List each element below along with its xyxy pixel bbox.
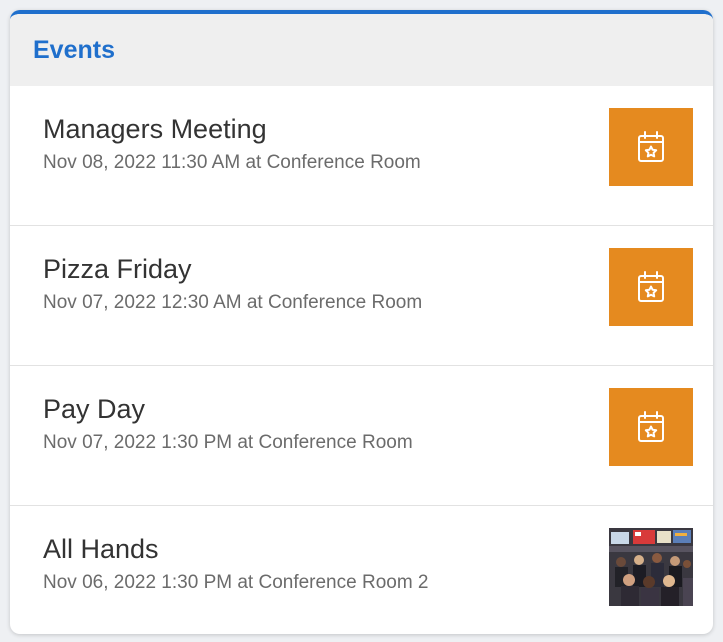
- event-datetime-location: Nov 08, 2022 11:30 AM at Conference Room: [43, 152, 421, 173]
- event-title[interactable]: Pay Day: [43, 394, 145, 425]
- event-datetime-location: Nov 07, 2022 1:30 PM at Conference Room: [43, 432, 413, 453]
- event-title[interactable]: Pizza Friday: [43, 254, 192, 285]
- event-photo: [609, 528, 693, 606]
- event-datetime-location: Nov 07, 2022 12:30 AM at Conference Room: [43, 292, 423, 313]
- calendar-star-icon: [609, 108, 693, 186]
- panel-title: Events: [33, 35, 115, 64]
- events-panel-header: Events: [10, 14, 713, 86]
- calendar-star-icon: [609, 388, 693, 466]
- event-item-pay-day[interactable]: Pay Day Nov 07, 2022 1:30 PM at Conferen…: [10, 366, 713, 506]
- event-datetime-location: Nov 06, 2022 1:30 PM at Conference Room …: [43, 572, 429, 593]
- event-item-managers-meeting[interactable]: Managers Meeting Nov 08, 2022 11:30 AM a…: [10, 86, 713, 226]
- event-title[interactable]: All Hands: [43, 534, 159, 565]
- event-list: Managers Meeting Nov 08, 2022 11:30 AM a…: [10, 86, 713, 634]
- event-item-pizza-friday[interactable]: Pizza Friday Nov 07, 2022 12:30 AM at Co…: [10, 226, 713, 366]
- event-title[interactable]: Managers Meeting: [43, 114, 267, 145]
- event-item-all-hands[interactable]: All Hands Nov 06, 2022 1:30 PM at Confer…: [10, 506, 713, 634]
- events-panel: Events Managers Meeting Nov 08, 2022 11:…: [10, 10, 713, 634]
- calendar-star-icon: [609, 248, 693, 326]
